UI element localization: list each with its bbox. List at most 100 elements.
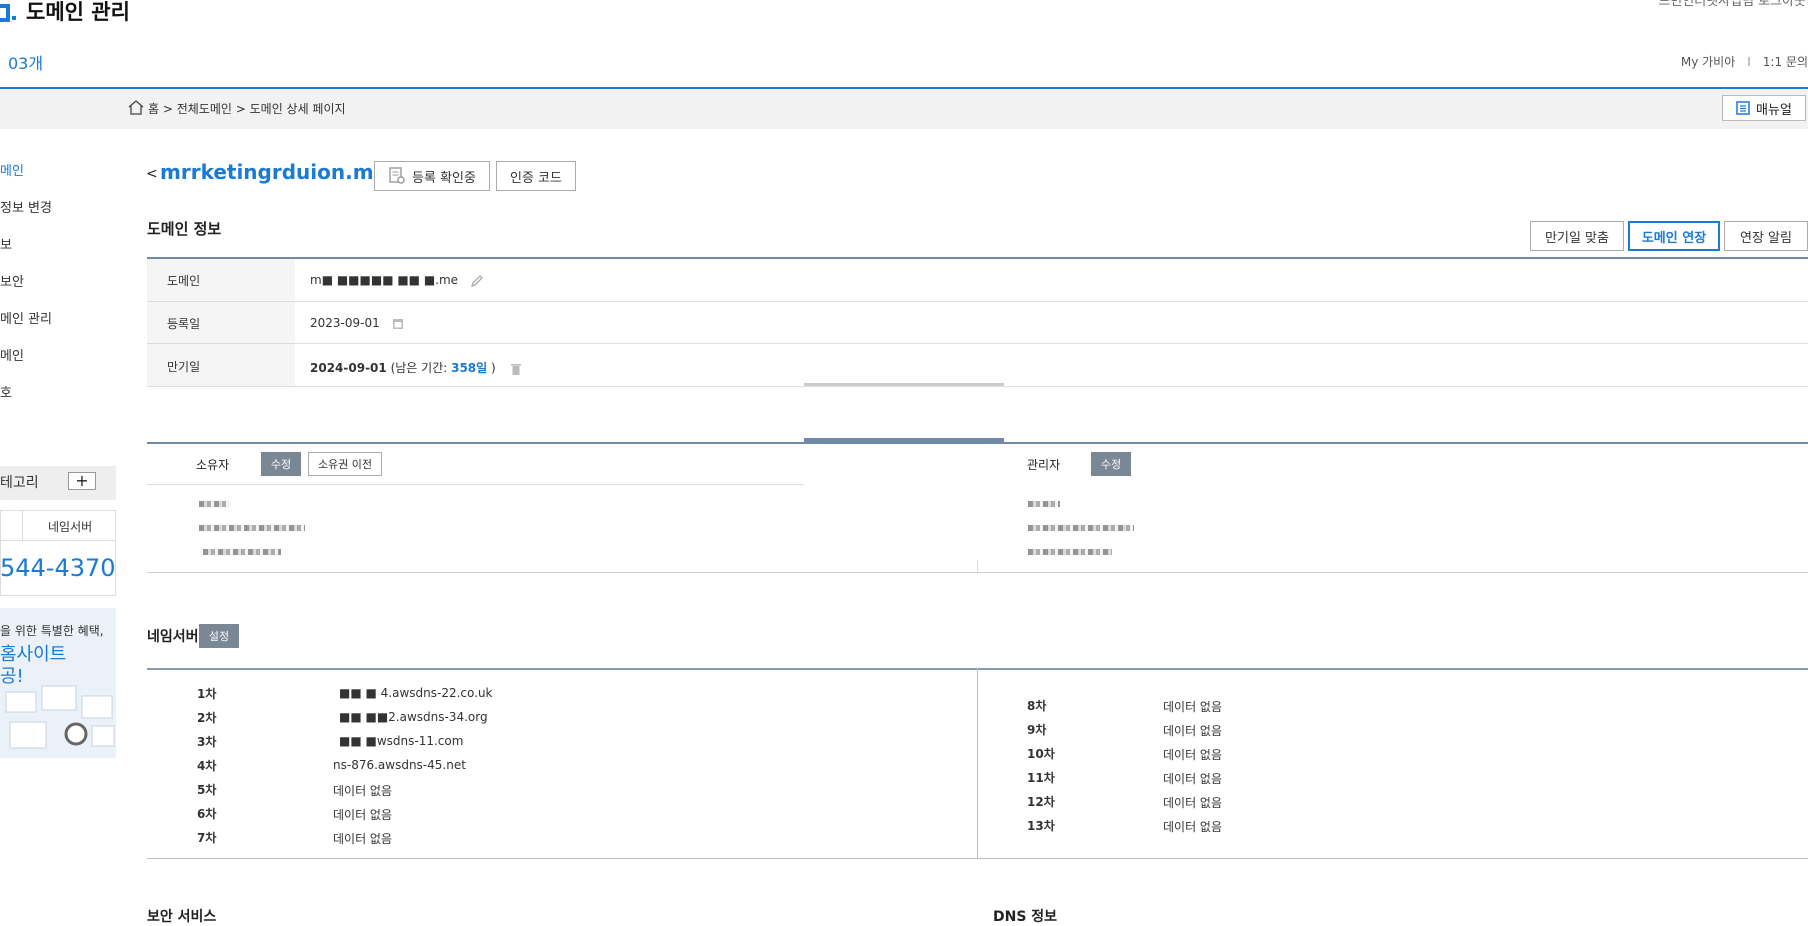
redacted-text <box>1028 549 1112 555</box>
manager-edit-button[interactable]: 수정 <box>1091 452 1131 476</box>
security-service-title: 보안 서비스 <box>147 909 217 925</box>
ns-value-8: 데이터 없음 <box>1163 700 1223 714</box>
expiry-match-button[interactable]: 만기일 맞춤 <box>1530 221 1624 251</box>
redacted-text <box>203 549 281 555</box>
ns-label-7: 7차 <box>197 831 217 845</box>
ns-label-9: 9차 <box>1027 723 1047 737</box>
support-phone: 544-4370 <box>0 554 116 582</box>
sidebar-item-main[interactable]: 메인 <box>0 160 24 179</box>
user-logout-text[interactable]: 드민인터넷사업팀 로그아웃 <box>1658 0 1806 9</box>
domain-value-row: m■ ■■■■■ ■■ ■.me <box>310 273 484 288</box>
remaining-days: 358일 <box>451 361 488 375</box>
sidebar-item-security[interactable]: 보안 <box>0 271 24 290</box>
edit-pencil-icon[interactable] <box>470 274 484 288</box>
table-top-border <box>147 257 1808 259</box>
ns-value-3: ■■ ■wsdns-11.com <box>339 734 464 748</box>
trash-icon[interactable] <box>510 362 522 376</box>
calendar-icon <box>392 319 403 329</box>
document-icon <box>1736 101 1750 115</box>
domain-name-title: mrrketi­ngrd­ui­on.me <box>160 160 388 184</box>
domain-value: m■ ■■■■■ ■■ ■.me <box>310 273 459 287</box>
nameserver-set-button[interactable]: 설정 <box>199 624 239 648</box>
divider <box>0 540 116 541</box>
sidebar-item-info[interactable]: 보 <box>0 234 12 253</box>
ns-label-6: 6차 <box>197 807 217 821</box>
manager-label: 관리자 <box>1027 458 1061 472</box>
divider <box>22 510 23 540</box>
sidebar-item-domain-manage[interactable]: 메인 관리 <box>0 308 52 327</box>
ns-label-4: 4차 <box>197 759 217 773</box>
inquiry-link[interactable]: 1:1 문의 <box>1763 55 1808 69</box>
nameserver-bottom-border <box>147 858 1808 859</box>
remaining-prefix: (남은 기간: <box>386 361 452 375</box>
contact-top-border <box>147 442 1808 444</box>
ns-label-1: 1차 <box>197 687 217 701</box>
nameserver-divider <box>977 668 978 858</box>
owner-divider <box>147 484 804 485</box>
ns-value-10: 데이터 없음 <box>1163 748 1223 762</box>
ns-label-11: 11차 <box>1027 771 1055 785</box>
ns-label-13: 13차 <box>1027 819 1055 833</box>
domain-label: 도메인 <box>167 274 201 288</box>
home-icon[interactable] <box>128 100 144 115</box>
ns-label-8: 8차 <box>1027 699 1047 713</box>
registration-status-label: 등록 확인중 <box>412 170 476 186</box>
separator: I <box>1747 55 1751 69</box>
nameserver-tab[interactable]: 네임서버 <box>48 518 92 535</box>
back-button[interactable]: < <box>146 166 158 182</box>
row-divider <box>147 301 1808 302</box>
registration-status-button[interactable]: 등록 확인중 <box>374 161 490 191</box>
ns-value-4: ns-876.awsdns-45.net <box>333 758 466 772</box>
redacted-text <box>1028 525 1134 531</box>
breadcrumb: 홈 > 전체도메인 > 도메인 상세 페이지 <box>148 102 346 116</box>
ns-label-2: 2차 <box>197 711 217 725</box>
sidebar-item-domain[interactable]: 메인 <box>0 345 24 364</box>
row-divider <box>147 343 1808 344</box>
ns-label-5: 5차 <box>197 783 217 797</box>
ns-value-13: 데이터 없음 <box>1163 820 1223 834</box>
nameserver-title: 네임서버 <box>147 629 199 645</box>
redacted-text <box>199 501 229 507</box>
row-divider <box>147 386 1808 387</box>
category-label: 테고리 <box>0 475 39 491</box>
ns-value-9: 데이터 없음 <box>1163 724 1223 738</box>
category-add-button[interactable]: + <box>68 472 96 490</box>
scroll-indicator <box>804 383 1004 386</box>
redacted-text <box>1028 501 1060 507</box>
promo-text: 을 위한 특별한 혜택, <box>0 624 104 638</box>
manual-button[interactable]: 매뉴얼 <box>1722 95 1806 121</box>
registered-date-row: 2023-09-01 <box>310 316 404 330</box>
owner-label: 소유자 <box>196 458 230 472</box>
ns-value-5: 데이터 없음 <box>333 784 393 798</box>
ns-value-6: 데이터 없음 <box>333 808 393 822</box>
remaining-suffix: ) <box>487 361 496 375</box>
domain-renew-button[interactable]: 도메인 연장 <box>1628 221 1720 251</box>
owner-edit-button[interactable]: 수정 <box>261 452 301 476</box>
top-links: My 가비아 I 1:1 문의 <box>1681 53 1808 70</box>
owner-transfer-button[interactable]: 소유권 이전 <box>308 452 382 476</box>
expiry-date-label: 만기일 <box>167 360 201 374</box>
logo-icon <box>0 4 16 22</box>
dns-info-title: DNS 정보 <box>993 909 1058 925</box>
promo-headline-line1: 홈사이트 <box>0 644 67 665</box>
expiry-date-row: 2024-09-01 (남은 기간: 358일 ) <box>310 359 522 376</box>
ns-value-12: 데이터 없음 <box>1163 796 1223 810</box>
promo-illustration <box>5 685 115 749</box>
manual-button-label: 매뉴얼 <box>1756 102 1792 118</box>
registered-date-label: 등록일 <box>167 317 201 331</box>
sidebar-item-protect[interactable]: 호 <box>0 382 12 401</box>
auth-code-button[interactable]: 인증 코드 <box>496 161 576 191</box>
ns-label-10: 10차 <box>1027 747 1055 761</box>
ns-label-3: 3차 <box>197 735 217 749</box>
ns-value-11: 데이터 없음 <box>1163 772 1223 786</box>
redacted-text <box>199 525 305 531</box>
ns-value-7: 데이터 없음 <box>333 832 393 846</box>
ns-value-2: ■■ ■■2.awsdns-34.org <box>339 710 488 724</box>
my-gabia-link[interactable]: My 가비아 <box>1681 55 1735 69</box>
sidebar-item-info-change[interactable]: 정보 변경 <box>0 197 52 216</box>
renew-alarm-button[interactable]: 연장 알림 <box>1724 221 1808 251</box>
ns-label-12: 12차 <box>1027 795 1055 809</box>
expiry-date-value: 2024-09-01 <box>310 361 387 375</box>
registered-date-value: 2023-09-01 <box>310 316 380 330</box>
app-title: 도메인 관리 <box>26 0 130 24</box>
